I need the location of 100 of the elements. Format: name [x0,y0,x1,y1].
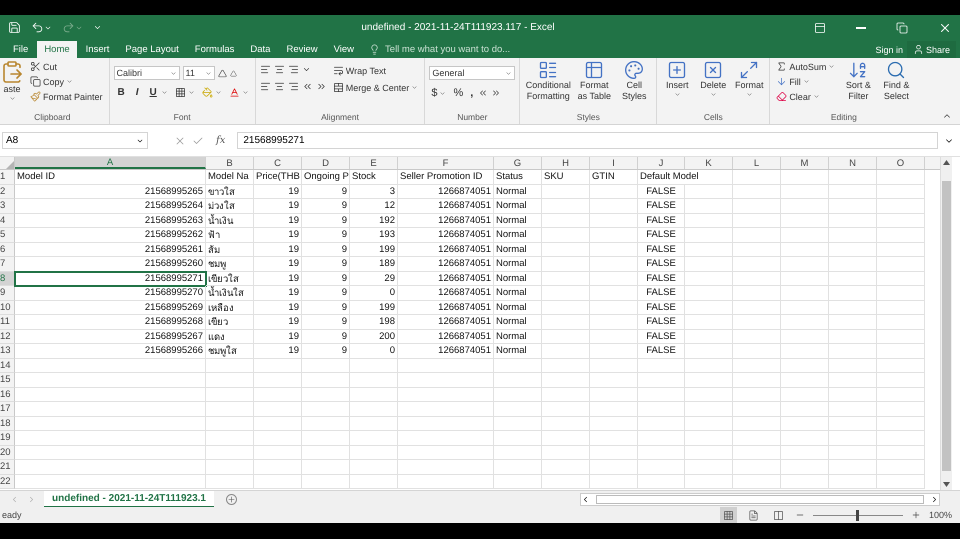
font-size-field[interactable]: 11 [182,66,215,80]
row-header[interactable]: 14 [0,358,15,373]
bold-button[interactable]: B [114,86,129,99]
caret-icon [746,91,753,98]
comma-button[interactable]: , [468,86,476,100]
format-painter-button[interactable]: Format Painter [28,90,105,103]
column-header[interactable]: F [398,157,494,169]
row-header[interactable]: 3 [0,199,15,214]
underline-button[interactable]: U [146,86,170,99]
row-header[interactable]: 11 [0,315,15,330]
sign-in-link[interactable]: Sign in [873,41,905,58]
column-header[interactable]: L [733,157,781,169]
percent-button[interactable]: % [451,86,466,100]
view-button[interactable] [720,507,737,523]
ribbon-tab[interactable]: View [326,41,362,58]
style-button[interactable]: Conditional Formatting [524,60,572,102]
ribbon-tab[interactable]: Review [279,41,325,58]
row-header[interactable]: 22 [0,474,15,489]
row-header[interactable]: 15 [0,373,15,388]
column-header[interactable]: G [494,157,542,169]
zoom-thumb[interactable] [856,510,860,520]
minimize-button[interactable] [856,26,866,28]
name-box[interactable]: A8 [2,132,148,149]
row-header[interactable]: 10 [0,300,15,315]
row-header[interactable]: 2 [0,184,15,199]
copy-button[interactable]: Copy [28,75,105,88]
restore-button[interactable] [896,22,908,34]
find-select-button[interactable]: Find & Select [879,60,914,102]
currency-button[interactable]: $ [429,86,448,100]
column-header[interactable]: K [685,157,733,169]
row-header[interactable]: 6 [0,242,15,257]
row-header[interactable]: 13 [0,344,15,358]
column-header[interactable]: C [254,157,302,169]
column-header[interactable]: A [15,157,206,169]
ribbon-tab[interactable]: File [6,41,36,58]
row-header[interactable]: 1 [0,170,15,184]
italic-button[interactable]: I [132,86,143,99]
column-header[interactable]: B [206,157,254,169]
font-name-field[interactable]: Calibri [114,66,180,80]
column-header[interactable]: J [638,157,685,169]
vertical-scrollbar[interactable] [940,157,952,490]
style-button[interactable]: Cell Styles [616,60,652,102]
formula-field[interactable]: 21568995271 [237,132,938,149]
style-button[interactable]: Format as Table [576,60,612,102]
autosum-button[interactable]: AutoSum [774,60,838,73]
row-header[interactable]: 4 [0,214,15,228]
cells-button[interactable]: Delete [697,60,730,98]
fill-button[interactable]: Fill [774,75,838,88]
table-cell [781,214,829,228]
column-header[interactable]: M [781,157,829,169]
row-header[interactable]: 21 [0,460,15,474]
table-cell: 9 [302,257,350,272]
new-sheet-button[interactable] [226,494,237,504]
cells-button[interactable]: Insert [661,60,694,98]
ribbon-tab[interactable]: Formulas [188,41,242,58]
save-button[interactable] [8,21,21,34]
table-cell [685,474,733,489]
undo-button[interactable] [31,21,52,34]
sheet-tab[interactable]: undefined - 2021-11-24T111923.1 [44,490,214,508]
column-header[interactable]: O [877,157,925,169]
table-cell [685,257,733,272]
row-header[interactable]: 17 [0,402,15,416]
row-header[interactable]: 20 [0,446,15,460]
table-cell [542,460,590,474]
customize-button[interactable] [93,23,102,32]
number-format-field[interactable]: General [429,66,516,80]
column-header[interactable]: N [829,157,877,169]
horizontal-scrollbar[interactable] [580,492,940,506]
clear-button[interactable]: Clear [774,90,838,103]
ribbon-tab[interactable]: Home [37,41,77,58]
column-header[interactable]: H [542,157,590,169]
wrap-text-button[interactable]: Wrap Text [330,64,420,77]
ribbon-display-button[interactable] [814,22,826,34]
row-header[interactable]: 7 [0,257,15,272]
table-cell: Normal [494,315,542,330]
sort-filter-button[interactable]: Sort & Filter [841,60,876,102]
share-button[interactable]: Share [906,41,956,58]
ribbon-tab[interactable]: Insert [78,41,116,58]
next-sheet-icon [27,494,36,504]
table-cell [350,373,398,388]
cut-button[interactable]: Cut [28,60,105,73]
insert-function-button[interactable]: fx [210,135,232,146]
row-header[interactable]: 16 [0,388,15,402]
table-cell [685,184,733,199]
ribbon-tab[interactable]: Data [243,41,278,58]
row-header[interactable]: 18 [0,416,15,431]
merge-center-button[interactable]: Merge & Center [330,81,420,94]
column-header[interactable]: I [590,157,638,169]
ribbon-tab[interactable]: Page Layout [118,41,186,58]
row-header[interactable]: 9 [0,286,15,300]
column-header[interactable]: D [302,157,350,169]
scroll-up-icon[interactable] [943,160,950,165]
scroll-down-icon[interactable] [943,482,950,487]
tell-me-field[interactable]: Tell me what you want to do... [383,43,534,56]
row-header[interactable]: 5 [0,228,15,242]
row-header[interactable]: 12 [0,330,15,344]
row-header[interactable]: 19 [0,431,15,446]
column-header[interactable]: E [350,157,398,169]
cells-button[interactable]: Format [733,60,766,98]
paste-button[interactable]: aste [0,60,24,102]
